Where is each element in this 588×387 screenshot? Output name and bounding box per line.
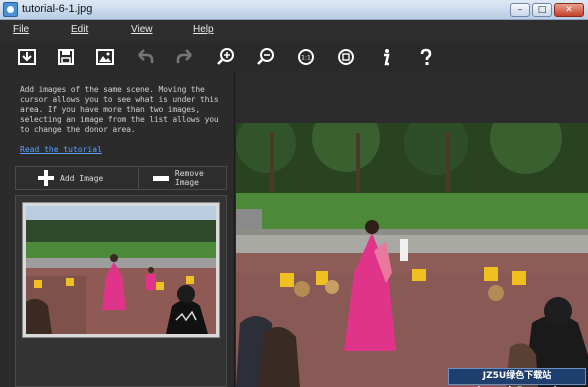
actual-size-icon[interactable]: 1:1 — [295, 46, 317, 68]
watermark-banner: JZ5U绿色下载站(www.jz5u.com) — [448, 368, 586, 387]
image-canvas[interactable] — [236, 71, 588, 387]
toolbar: 1:1 — [0, 41, 588, 71]
image-thumbnail[interactable] — [22, 202, 220, 338]
add-image-label: Add Image — [60, 173, 104, 183]
image-actions-bar: Add Image Remove Image — [15, 166, 227, 190]
remove-image-label: Remove Image — [174, 169, 204, 187]
title-bar: tutorial-6-1.jpg – □ ✕ — [0, 0, 588, 20]
help-icon[interactable] — [415, 46, 437, 68]
undo-icon[interactable] — [134, 46, 156, 68]
menu-bar: File Edit View Help — [0, 20, 588, 41]
left-panel: Add images of the same scene. Moving the… — [0, 71, 235, 387]
menu-file[interactable]: File — [13, 24, 29, 35]
thumbnail-photo — [26, 206, 216, 334]
read-tutorial-link[interactable]: Read the tutorial — [20, 145, 102, 154]
minus-icon — [153, 175, 169, 181]
instructions-text: Add images of the same scene. Moving the… — [20, 85, 219, 134]
main-photo — [236, 123, 588, 387]
menu-edit[interactable]: Edit — [71, 24, 88, 35]
maximize-button[interactable]: □ — [532, 3, 552, 17]
window-title: tutorial-6-1.jpg — [22, 3, 93, 15]
open-icon[interactable] — [16, 46, 38, 68]
minimize-button[interactable]: – — [510, 3, 530, 17]
plus-icon — [38, 170, 54, 186]
svg-text:1:1: 1:1 — [301, 55, 311, 62]
redo-icon[interactable] — [174, 46, 196, 68]
menu-help[interactable]: Help — [193, 24, 214, 35]
image-list[interactable] — [15, 195, 227, 387]
fit-icon[interactable] — [335, 46, 357, 68]
app-icon — [3, 2, 18, 17]
zoom-in-icon[interactable] — [215, 46, 237, 68]
add-image-button[interactable]: Add Image — [38, 167, 103, 189]
save-icon[interactable] — [55, 46, 77, 68]
zoom-out-icon[interactable] — [255, 46, 277, 68]
image-icon[interactable] — [94, 46, 116, 68]
info-icon[interactable] — [375, 46, 397, 68]
menu-view[interactable]: View — [131, 24, 153, 35]
close-button[interactable]: ✕ — [554, 3, 584, 17]
remove-image-button[interactable]: Remove Image — [138, 167, 226, 189]
